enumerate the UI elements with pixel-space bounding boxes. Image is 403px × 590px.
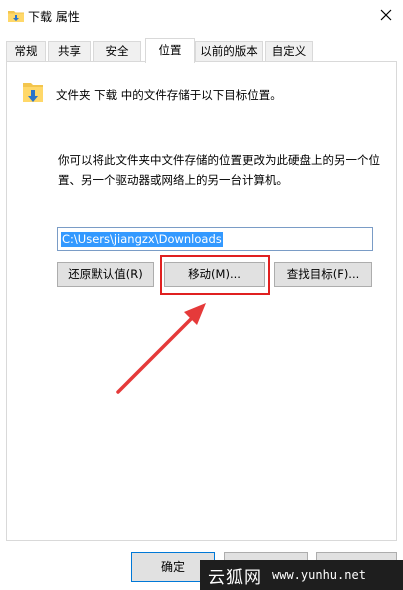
tab-strip: 常规 共享 安全 位置 以前的版本 自定义 [6,38,397,63]
watermark-url: www.yunhu.net [272,568,366,582]
location-description: 你可以将此文件夹中文件存储的位置更改为此硬盘上的另一个位置、另一个驱动器或网络上… [58,153,380,187]
move-button[interactable]: 移动(M)... [164,262,265,287]
location-intro: 文件夹 下载 中的文件存储于以下目标位置。 [56,88,282,102]
close-button[interactable] [369,0,403,30]
location-path-value: C:\Users\jiangzx\Downloads [61,232,223,247]
close-icon [380,9,392,21]
tab-panel [6,61,397,541]
tab-general[interactable]: 常规 [6,41,46,62]
tab-previous-versions[interactable]: 以前的版本 [195,41,263,62]
tab-location[interactable]: 位置 [145,38,195,63]
restore-default-button[interactable]: 还原默认值(R) [57,262,154,287]
folder-download-icon [8,9,24,22]
tab-sharing[interactable]: 共享 [48,41,91,62]
watermark: 云狐网 www.yunhu.net [200,560,403,590]
find-target-button[interactable]: 查找目标(F)... [274,262,372,287]
watermark-name: 云狐网 [208,567,262,588]
tab-customize[interactable]: 自定义 [265,41,313,62]
tab-security[interactable]: 安全 [93,41,141,62]
location-path-input[interactable]: C:\Users\jiangzx\Downloads [57,227,373,251]
folder-download-icon [22,80,44,106]
title-bar: 下载 属性 [0,0,403,33]
window-title: 下载 属性 [28,10,80,24]
